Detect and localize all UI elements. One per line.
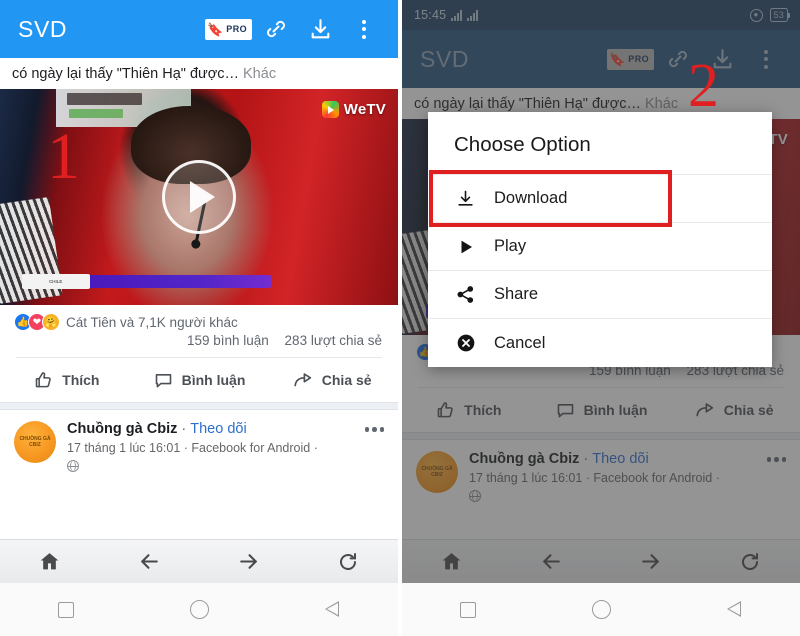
android-recents-button[interactable]	[0, 601, 133, 618]
globe-icon	[67, 460, 79, 473]
square-icon-right	[460, 601, 477, 618]
like-button[interactable]: Thích	[0, 370, 133, 391]
dialog-item-download-label: Download	[494, 189, 568, 207]
triangle-back-icon	[324, 600, 340, 619]
three-dots-vertical-icon[interactable]	[344, 7, 384, 51]
feed-post-separator	[0, 402, 398, 410]
wetv-glyph-icon	[321, 101, 339, 118]
follow-link[interactable]: Theo dõi	[190, 421, 246, 437]
like-button-label: Thích	[62, 372, 100, 388]
circle-icon	[189, 600, 209, 619]
android-back-button[interactable]	[265, 600, 398, 619]
phone-screen-left: SVD 🔖 PRO có ngày lại thấy "Thiên Hạ" đư…	[0, 0, 398, 636]
share-button[interactable]: Chia sẻ	[265, 369, 398, 391]
share-nodes-icon	[454, 285, 477, 304]
choose-option-dialog: Choose Option Download Play Share Cancel	[428, 112, 772, 367]
post-timestamp[interactable]: 17 tháng 1 lúc 16:01 · Facebook for Andr…	[67, 441, 318, 455]
chain-link-icon[interactable]	[256, 7, 296, 51]
dialog-item-cancel[interactable]: Cancel	[428, 318, 772, 367]
browser-reload-button[interactable]	[299, 550, 399, 574]
reaction-icons[interactable]: 👍 ❤ 🤗	[14, 313, 60, 331]
phone-screen-right: 15:45 ● 53 SVD 🔖 PRO	[402, 0, 800, 636]
share-button-label: Chia sẻ	[321, 372, 372, 388]
annotation-step-one: 1	[47, 120, 80, 193]
post-engagement: 👍 ❤ 🤗 Cát Tiên và 7,1K người khác 159 bì…	[0, 305, 398, 358]
comment-button-label: Bình luận	[181, 372, 246, 388]
page-name[interactable]: Chuồng gà Cbiz	[67, 421, 177, 437]
download-arrow-icon-dialog	[454, 189, 477, 208]
video-lower-third-label: CHILE	[21, 274, 90, 290]
close-circle-icon	[454, 333, 477, 353]
bookmark-star-icon: 🔖	[207, 21, 224, 37]
dialog-item-play-label: Play	[494, 237, 527, 255]
dialog-item-download[interactable]: Download	[428, 174, 772, 222]
reaction-summary-text[interactable]: Cát Tiên và 7,1K người khác	[66, 315, 238, 330]
play-triangle-icon	[454, 238, 477, 256]
comment-button[interactable]: Bình luận	[133, 370, 266, 391]
dialog-item-cancel-label: Cancel	[494, 333, 546, 352]
avatar-text: CHUỒNG GÀ CBIZ	[19, 435, 51, 448]
triangle-back-icon-right	[726, 600, 742, 619]
browser-home-button[interactable]	[0, 550, 100, 573]
share-count-text[interactable]: 283 lượt chia sẻ	[285, 333, 382, 348]
screenshot-stage: SVD 🔖 PRO có ngày lại thấy "Thiên Hạ" đư…	[0, 0, 800, 636]
care-reaction-icon: 🤗	[42, 313, 60, 331]
three-dots-horizontal-icon[interactable]	[364, 427, 384, 432]
app-brand-title: SVD	[18, 15, 68, 42]
dialog-title: Choose Option	[454, 133, 591, 156]
browser-forward-button[interactable]	[199, 549, 299, 574]
post-caption: có ngày lại thấy "Thiên Hạ" được… Khác	[0, 58, 398, 89]
app-toolbar-left: SVD 🔖 PRO	[0, 0, 398, 58]
meta-separator: ·	[181, 421, 187, 437]
wetv-watermark-text: WeTV	[343, 101, 386, 118]
browser-back-button[interactable]	[100, 549, 200, 574]
android-navigation-bar-right	[402, 583, 800, 636]
dialog-item-share[interactable]: Share	[428, 270, 772, 318]
browser-navigation-bar-left	[0, 539, 398, 583]
square-icon	[58, 601, 75, 618]
android-home-button-right[interactable]	[535, 600, 668, 619]
download-arrow-icon[interactable]	[300, 7, 340, 51]
avatar[interactable]: CHUỒNG GÀ CBIZ	[14, 421, 56, 463]
post-caption-text: có ngày lại thấy "Thiên Hạ" được…	[12, 66, 239, 82]
comment-count-text[interactable]: 159 bình luận	[187, 333, 269, 348]
android-home-button[interactable]	[133, 600, 266, 619]
pro-badge-label: PRO	[226, 24, 247, 34]
play-button-icon[interactable]	[162, 160, 236, 234]
android-recents-button-right[interactable]	[402, 601, 535, 618]
annotation-step-two: 2	[688, 52, 719, 120]
wetv-logo-icon: WeTV	[321, 101, 386, 118]
circle-icon-right	[591, 600, 611, 619]
post-caption-more-link[interactable]: Khác	[243, 66, 276, 82]
dialog-item-play[interactable]: Play	[428, 222, 772, 270]
android-navigation-bar-left	[0, 583, 398, 636]
post-action-bar: Thích Bình luận Chia sẻ	[0, 358, 398, 402]
next-post-header: CHUỒNG GÀ CBIZ Chuồng gà Cbiz · Theo dõi…	[0, 410, 398, 485]
android-back-button-right[interactable]	[667, 600, 800, 619]
dialog-item-share-label: Share	[494, 285, 539, 303]
pro-badge[interactable]: 🔖 PRO	[205, 18, 252, 40]
